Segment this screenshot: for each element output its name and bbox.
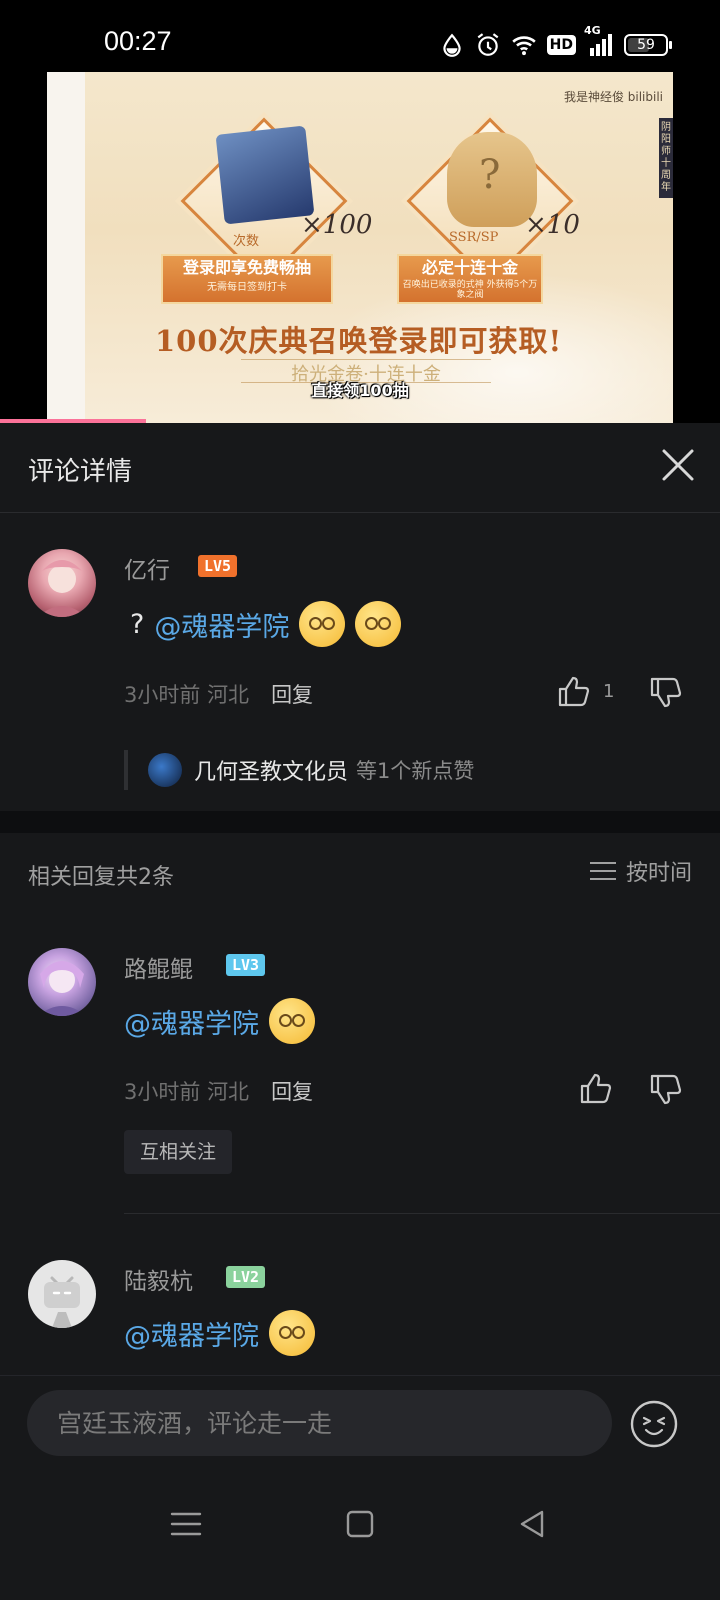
video-watermark: 我是神经俊 bilibili [563, 90, 663, 104]
thumbs-down-icon[interactable] [648, 1072, 684, 1108]
drop-icon [442, 33, 461, 57]
alarm-icon [477, 33, 499, 56]
reward-2-label: SSR/SP [449, 230, 499, 245]
hd-badge: HD [546, 35, 576, 55]
avatar[interactable] [28, 549, 96, 617]
reply-username[interactable]: 路鲲鲲 [124, 950, 193, 984]
panel-title: 评论详情 [28, 457, 133, 487]
mutual-follow-tag: 互相关注 [124, 1130, 233, 1174]
like-count: 1 [603, 681, 615, 702]
video-subtitle: 直接领100抽 [311, 381, 409, 400]
thumbs-down-icon[interactable] [648, 675, 684, 711]
status-bar: 00:27 HD 4G 59 [0, 0, 720, 70]
likes-summary: 等1个新点赞 [356, 759, 475, 783]
smile-emoji-icon [269, 1310, 315, 1356]
reply-content: @魂器学院 [124, 1310, 315, 1356]
section-divider [0, 811, 720, 833]
home-icon[interactable] [340, 1504, 380, 1544]
comment-location: 河北 [207, 683, 250, 707]
comment-username[interactable]: 亿行 [124, 551, 170, 585]
level-badge: LV5 [198, 555, 238, 577]
liker-name: 几何圣教文化员 [194, 760, 349, 785]
video-frame: 我是神经俊 bilibili 次数 ×100 ? SSR/SP ×10 登录即享… [47, 72, 673, 423]
reply-divider [124, 1213, 720, 1214]
wifi-icon [511, 36, 536, 56]
smile-emoji-icon [355, 601, 402, 647]
battery-icon: 59 [624, 34, 672, 56]
reward-2-plaque: 必定十连十金 召唤出已收录的式神 外获得5个万象之阀 [397, 254, 543, 304]
reward-2-multiplier: ×10 [525, 210, 580, 240]
reply-time: 3小时前 [124, 1080, 201, 1104]
comment-input-bar [0, 1375, 720, 1480]
comment-input[interactable] [27, 1390, 612, 1456]
reward-1-plaque: 登录即享免费畅抽 无需每日签到打卡 [161, 254, 333, 304]
close-icon[interactable] [658, 445, 698, 485]
mention-link[interactable]: @魂器学院 [154, 605, 289, 644]
comment-content: ? @魂器学院 [130, 601, 402, 647]
clock: 00:27 [104, 26, 172, 56]
back-icon[interactable] [512, 1504, 552, 1544]
ticket-cards-image [215, 125, 315, 225]
avatar[interactable] [28, 1260, 96, 1328]
level-badge: LV2 [226, 1266, 266, 1288]
comment-time: 3小时前 [124, 683, 201, 707]
new-likes-notice[interactable]: 几何圣教文化员 等1个新点赞 [124, 750, 474, 790]
mention-link[interactable]: @魂器学院 [124, 1314, 259, 1353]
mention-link[interactable]: @魂器学院 [124, 1002, 259, 1041]
panel-header: 评论详情 [0, 423, 720, 513]
default-avatar-icon [44, 1276, 80, 1328]
status-icons: HD 4G 59 [439, 24, 672, 62]
sort-button[interactable]: 按时间 [589, 855, 692, 887]
reply-button[interactable]: 回复 [271, 679, 313, 709]
comment-meta: 3小时前 河北 回复 [124, 679, 313, 709]
thumbs-up-icon[interactable] [578, 1070, 614, 1106]
menu-lines-icon [589, 861, 616, 881]
reply-meta: 3小时前 河北 回复 [124, 1076, 313, 1106]
vertical-banner-text: 阴阳师十周年 [659, 118, 673, 198]
signal-icon: 4G [584, 24, 614, 56]
network-type: 4G [584, 24, 601, 37]
video-player[interactable]: 我是神经俊 bilibili 次数 ×100 ? SSR/SP ×10 登录即享… [0, 70, 720, 423]
replies-count: 相关回复共2条 [28, 865, 174, 890]
menu-icon[interactable] [166, 1504, 206, 1544]
smile-emoji-icon [269, 998, 315, 1044]
reward-1-multiplier: ×100 [301, 210, 373, 240]
emoji-button-icon[interactable] [628, 1398, 680, 1450]
reply-location: 河北 [207, 1080, 250, 1104]
system-nav-bar [0, 1480, 720, 1600]
reward-1-label: 次数 [233, 234, 260, 249]
reply-button[interactable]: 回复 [271, 1076, 313, 1106]
reply-username[interactable]: 陆毅杭 [124, 1262, 193, 1296]
sort-label: 按时间 [625, 861, 692, 886]
comment-prefix: ? [130, 608, 145, 640]
video-headline: 100次庆典召唤登录即可获取! [155, 324, 563, 358]
level-badge: LV3 [226, 954, 266, 976]
thumbs-up-icon[interactable] [556, 673, 592, 709]
reply-content: @魂器学院 [124, 998, 315, 1044]
liker-avatar [148, 753, 182, 787]
avatar[interactable] [28, 948, 96, 1016]
battery-level: 59 [637, 37, 655, 53]
smile-emoji-icon [299, 601, 346, 647]
